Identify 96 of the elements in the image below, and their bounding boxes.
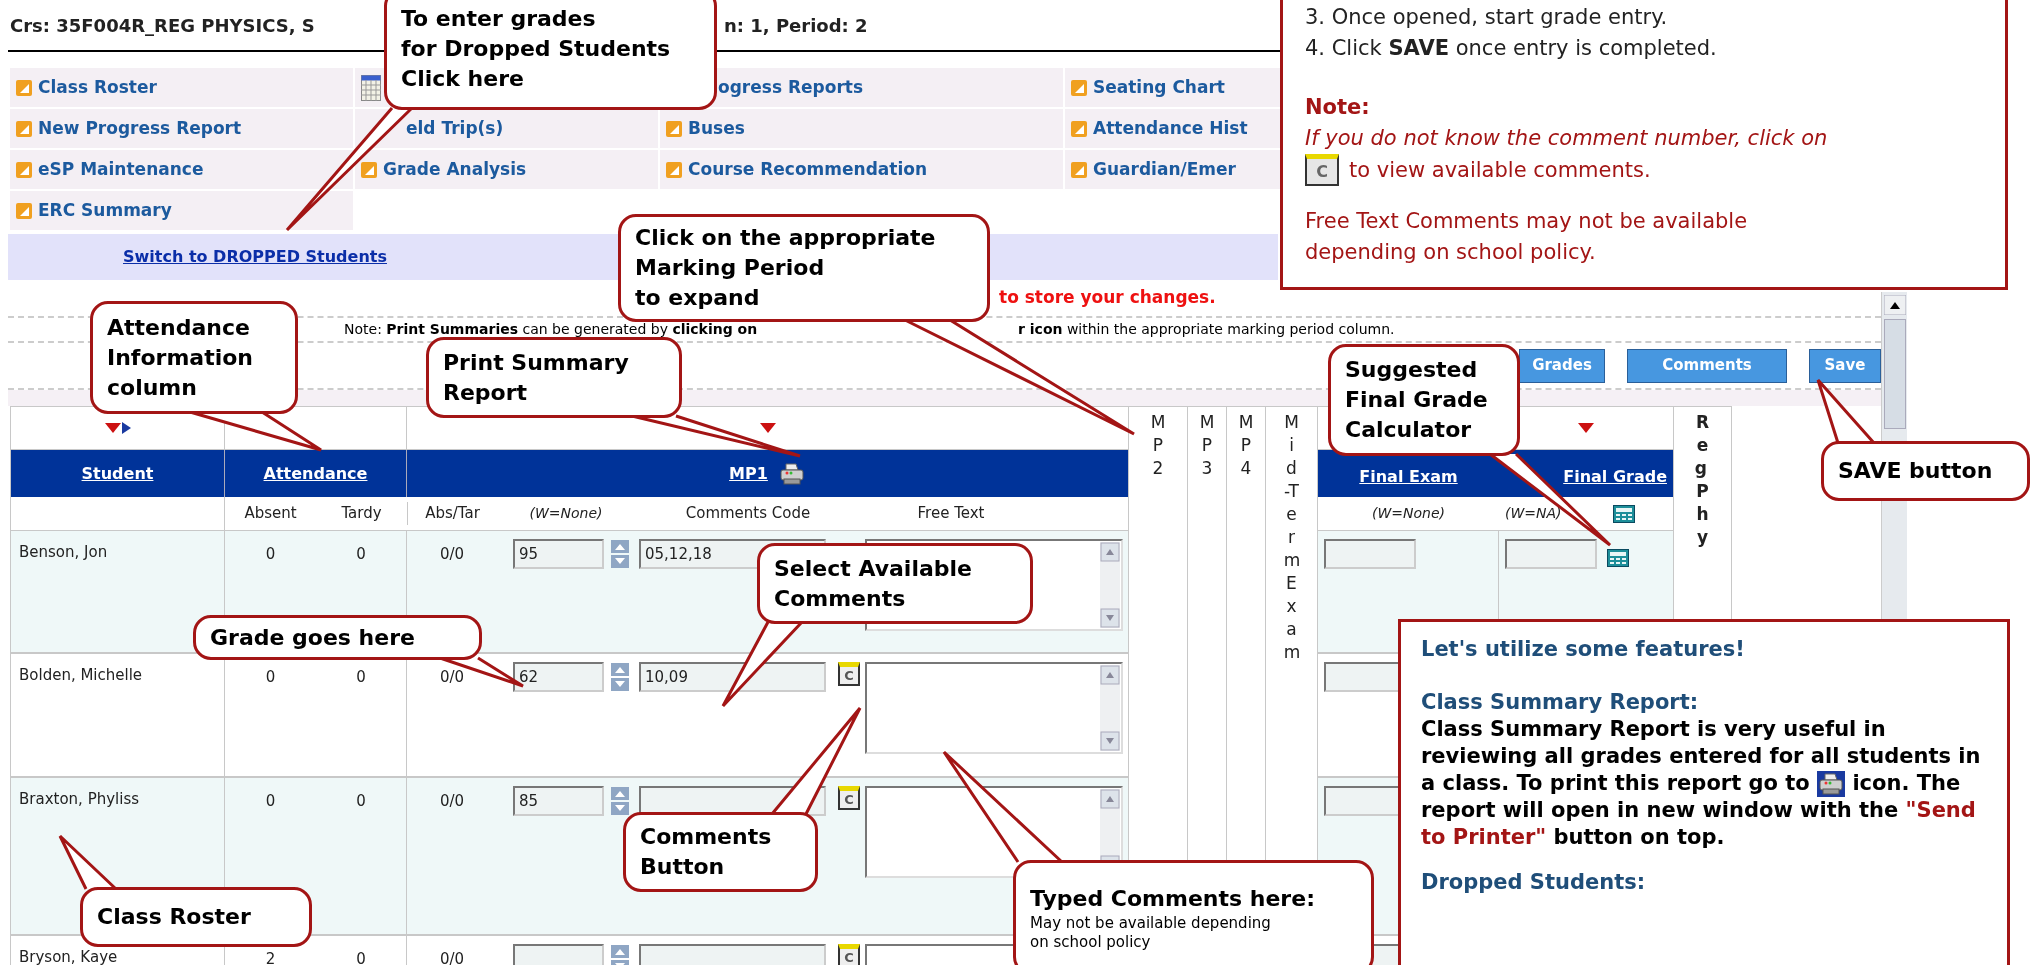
callout-text: Print Summary Report (443, 348, 630, 407)
column-subheader: Abs/Tar (407, 502, 497, 525)
absent-count: 0 (265, 792, 276, 810)
callout-text: Click on the appropriate Marking Period to expand (635, 224, 937, 312)
tardy-count: 0 (356, 668, 366, 686)
column-header-link[interactable]: Final Exam (1359, 465, 1458, 489)
abs-tar-value: 0/0 (439, 950, 465, 965)
callout-note: May not be available depending on school policy (1030, 913, 1272, 952)
nav-link[interactable]: Buses (688, 115, 745, 142)
triangle-marker-icon[interactable] (103, 421, 132, 435)
scrollbar-thumb[interactable] (1883, 319, 1906, 429)
student-name: Braxton, Phyliss (19, 790, 140, 808)
course-title: Crs: 35F004R_REG PHYSICS, S (10, 14, 315, 36)
printer-icon[interactable] (777, 460, 806, 487)
features-title: Let's utilize some features! (1421, 636, 1745, 663)
column-header-link[interactable]: MP1 (729, 461, 768, 486)
scroll-up-icon[interactable] (1883, 295, 1906, 315)
column-subheader: (W=None) (528, 504, 604, 523)
calculator-icon[interactable] (1613, 504, 1635, 523)
callout-text: To enter grades for Dropped Students Click here (401, 5, 672, 93)
callout-text: Suggested Final Grade Calculator (1345, 356, 1489, 444)
comment-picker-button[interactable]: C (838, 944, 860, 965)
absent-count: 0 (265, 545, 276, 563)
column-subheader: Absent (243, 503, 298, 525)
absent-count: 0 (265, 668, 276, 686)
save-reminder: to store your changes. (999, 286, 1216, 310)
print-note: r icon within the appropriate marking period column. (1018, 320, 1395, 339)
triangle-marker-icon[interactable] (1577, 421, 1595, 435)
column-header-link[interactable]: Final Grade (1563, 465, 1667, 489)
column-label: Reg Phy (1694, 411, 1711, 549)
abs-tar-value: 0/0 (439, 792, 465, 810)
nav-link[interactable]: Course Recommendation (688, 156, 928, 183)
tardy-count: 0 (356, 792, 366, 810)
callout-text: SAVE button (1838, 457, 1994, 485)
absent-count: 2 (265, 950, 276, 965)
nav-link[interactable]: Guardian/Emer (1093, 156, 1236, 183)
feature-description: Class Summary Report is very useful in reviewing all grades entered for all students in a class. To print this report go to icon. The report will open in new window with the "Send to Printer" button on top. (1421, 716, 1982, 851)
tardy-count: 0 (356, 545, 366, 563)
nav-link[interactable]: New Progress Report (38, 115, 242, 142)
nav-link[interactable]: Seating Chart (1093, 74, 1225, 101)
note-text: to view available comments. (1349, 156, 1651, 184)
abs-tar-value: 0/0 (439, 668, 465, 686)
comments-code-input[interactable] (639, 944, 826, 965)
nav-link[interactable]: ogress Reports (718, 74, 863, 101)
grade-input[interactable] (513, 944, 604, 965)
column-subheader: Tardy (340, 503, 383, 525)
nav-link[interactable]: eSP Maintenance (38, 156, 204, 183)
grade-input[interactable]: 62 (513, 662, 604, 692)
instruction-step: 4. Click SAVE once entry is completed. (1305, 33, 1717, 64)
section-heading: Dropped Students: (1421, 869, 1646, 896)
nav-link[interactable]: ERC Summary (38, 197, 172, 224)
marking-period-label[interactable]: Mid-Term Exam (1283, 411, 1300, 664)
student-name: Bolden, Michelle (19, 666, 143, 684)
column-subheader: (W=None) (1371, 504, 1446, 523)
callout-text: Typed Comments here: (1030, 884, 1316, 913)
callout-text: Grade goes here (210, 623, 416, 652)
callout-text: Class Roster (97, 903, 252, 931)
column-subheader: Free Text (916, 503, 986, 525)
grade-input[interactable]: 95 (513, 539, 604, 569)
nav-link[interactable]: eld Trip(s) (406, 115, 504, 142)
grade-input[interactable]: 85 (513, 786, 604, 816)
final-grade-input[interactable] (1505, 539, 1597, 569)
marking-period-label[interactable]: MP2 (1150, 411, 1166, 480)
nav-link[interactable]: Attendance Hist (1093, 115, 1248, 142)
policy-note: Free Text Comments may not be available depending on school policy. (1305, 208, 1749, 266)
course-period: n: 1, Period: 2 (724, 13, 868, 38)
column-header-link[interactable]: Student (81, 461, 154, 486)
marking-period-label[interactable]: MP3 (1199, 411, 1215, 480)
student-name: Benson, Jon (19, 543, 108, 561)
callout-text: Comments Button (640, 823, 773, 881)
abs-tar-value: 0/0 (439, 545, 465, 563)
comments-code-input[interactable]: 10,09 (639, 662, 826, 692)
triangle-marker-icon[interactable] (758, 421, 777, 435)
column-subheader: (W=NA) (1505, 504, 1562, 523)
comments-icon: C (1305, 154, 1339, 186)
nav-link[interactable]: Class Roster (38, 74, 157, 101)
marking-period-label[interactable]: MP4 (1238, 411, 1254, 480)
section-heading: Class Summary Report: (1421, 689, 1699, 716)
tardy-count: 0 (356, 950, 366, 965)
note-text: If you do not know the comment number, click on (1305, 125, 1828, 152)
callout-text: Attendance Information column (107, 313, 254, 402)
printer-icon (1817, 771, 1846, 797)
note-title: Note: (1305, 94, 1370, 121)
print-note: Note: Print Summaries can be generated by clicking on (344, 321, 758, 337)
final-exam-input[interactable] (1324, 539, 1416, 569)
nav-link[interactable]: Grade Analysis (383, 156, 527, 183)
student-name: Bryson, Kaye (19, 948, 118, 965)
column-header-link[interactable]: Attendance (263, 461, 368, 486)
instruction-step: 3. Once opened, start grade entry. (1305, 2, 1668, 33)
calculator-icon[interactable] (1607, 549, 1629, 567)
switch-dropped-link[interactable]: Switch to DROPPED Students (123, 245, 387, 269)
calendar-icon[interactable] (361, 74, 381, 101)
comment-picker-button[interactable]: C (838, 786, 860, 810)
free-text-field[interactable] (865, 662, 1123, 754)
column-subheader: Comments Code (684, 503, 812, 525)
comment-picker-button[interactable]: C (838, 662, 860, 686)
